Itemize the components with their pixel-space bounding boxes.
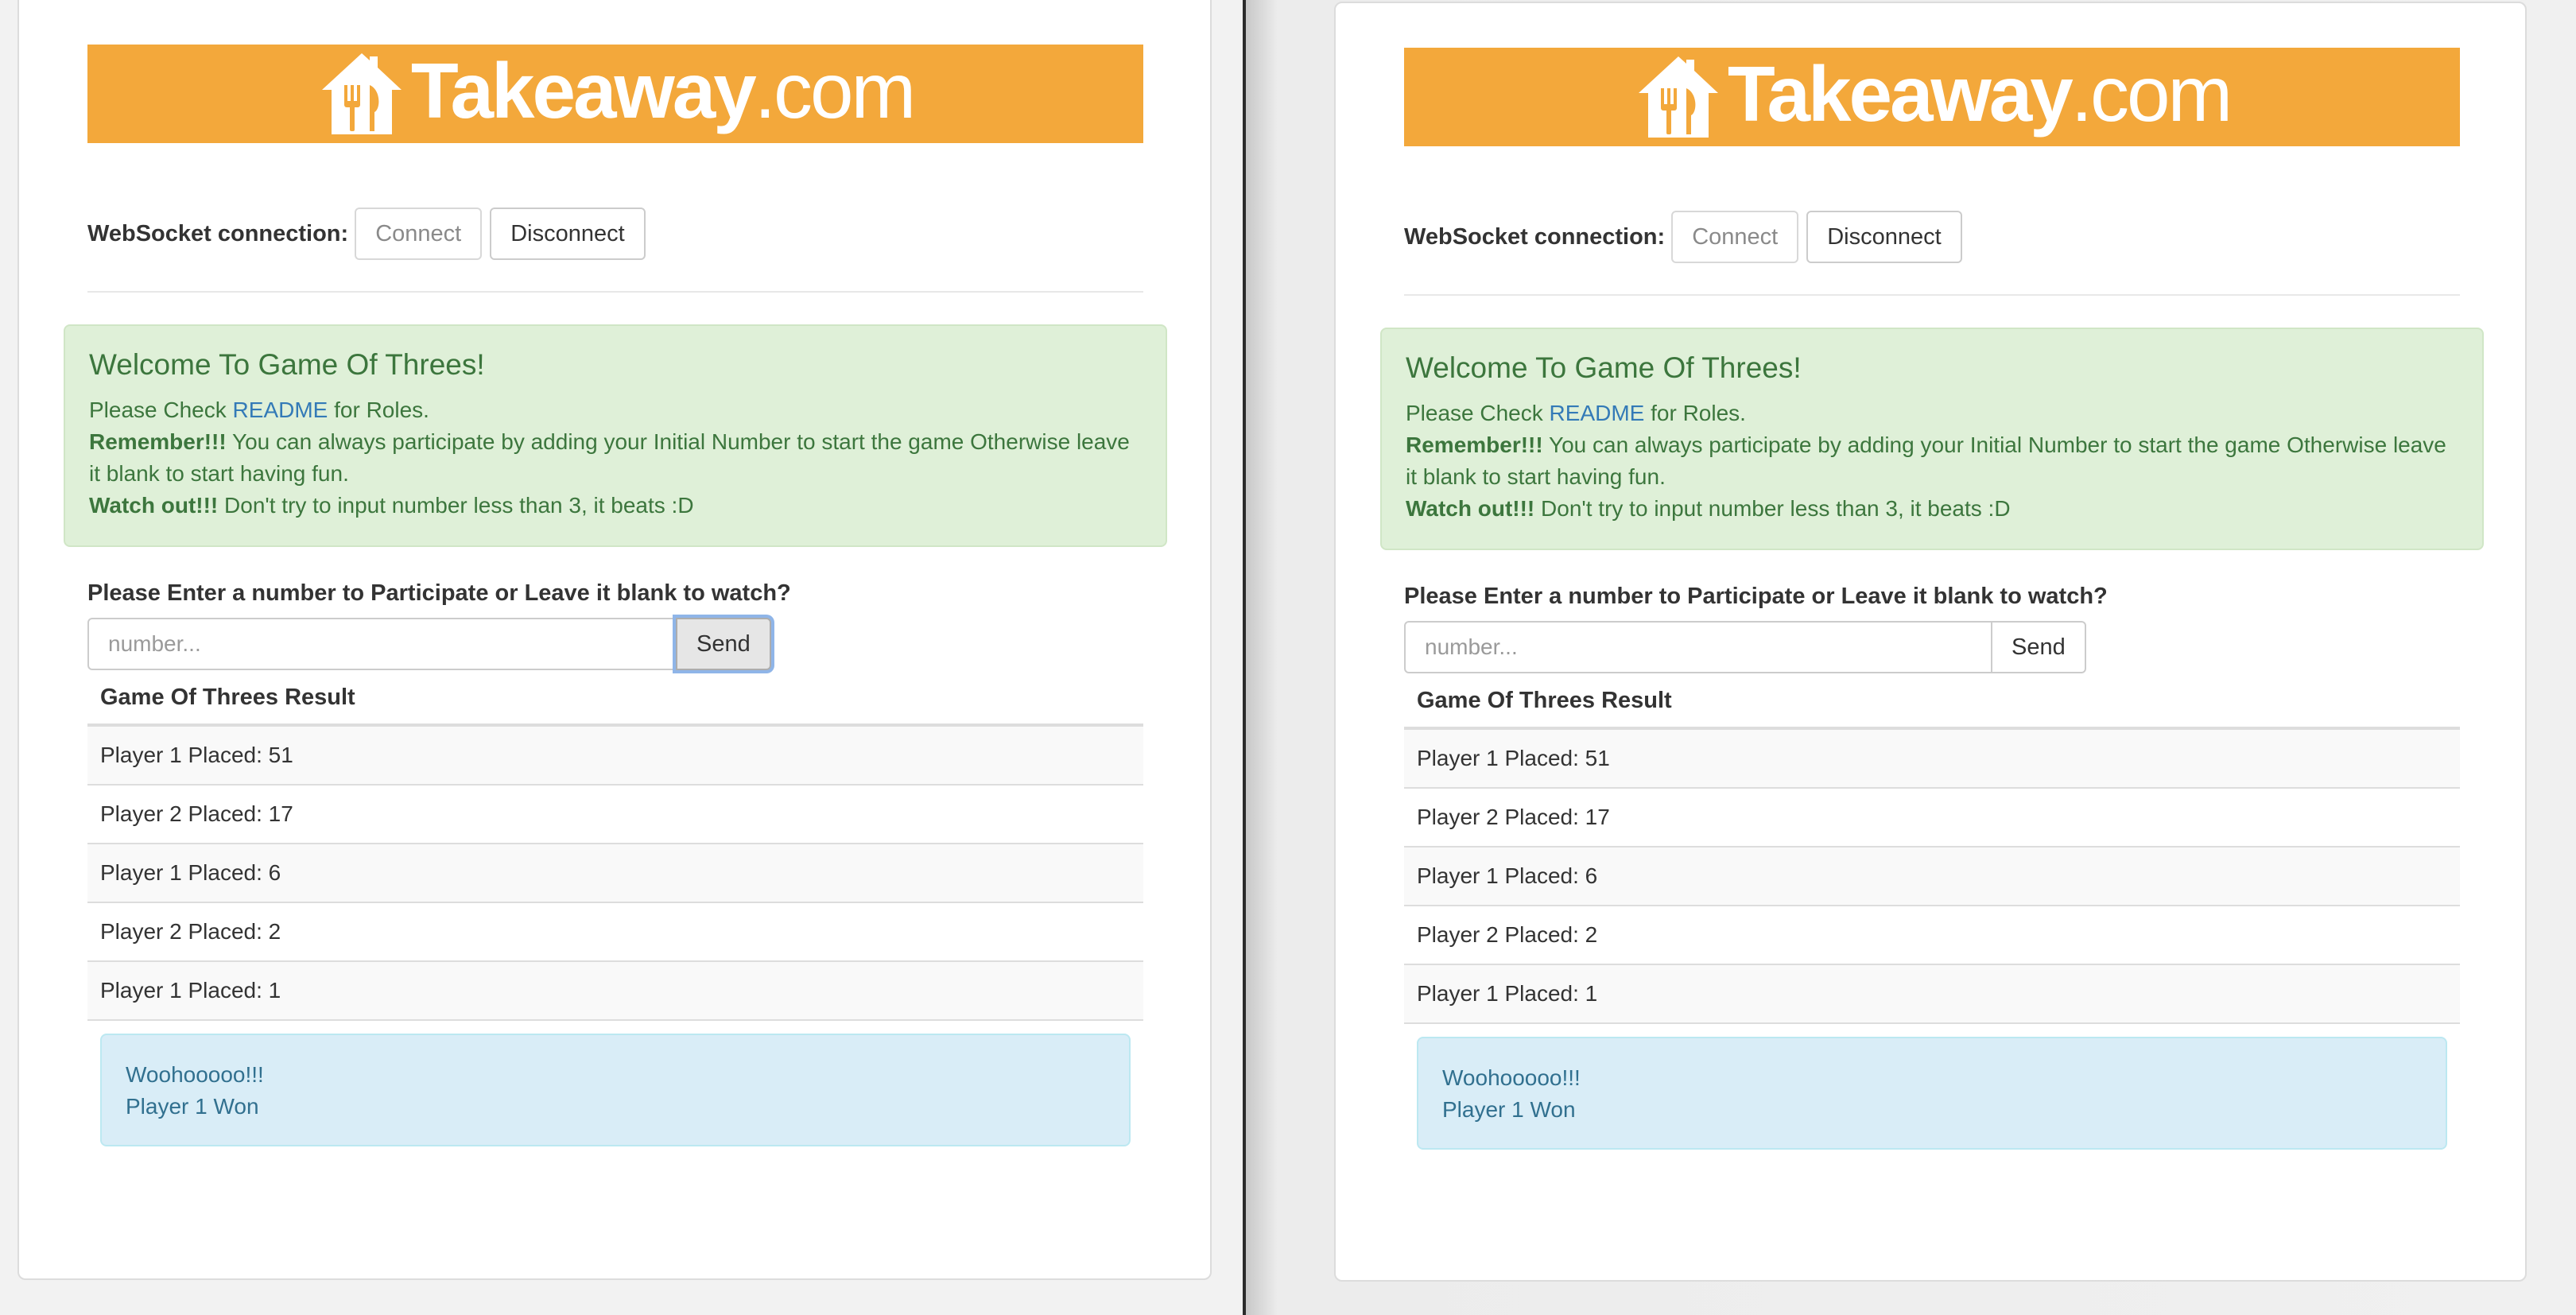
participate-label: Please Enter a number to Participate or … bbox=[87, 580, 791, 606]
watch-line: Watch out!!! Don't try to input number l… bbox=[89, 490, 1142, 522]
readme-line: Please Check README for Roles. bbox=[89, 394, 1142, 426]
send-button[interactable]: Send bbox=[1992, 621, 2086, 673]
takeaway-house-fork-knife-icon bbox=[321, 53, 402, 134]
websocket-label: WebSocket connection: bbox=[1404, 223, 1666, 250]
readme-link[interactable]: README bbox=[233, 398, 328, 422]
result-row: Player 2 Placed: 17 bbox=[87, 786, 1143, 844]
remember-bold: Remember!!! bbox=[89, 429, 227, 454]
watch-text: Don't try to input number less than 3, i… bbox=[1534, 496, 2011, 521]
connect-button[interactable]: Connect bbox=[1671, 211, 1799, 263]
brand-name-light: .com bbox=[2070, 50, 2233, 138]
readme-suffix: for Roles. bbox=[1644, 401, 1746, 425]
result-row: Player 1 Placed: 51 bbox=[1404, 730, 2460, 789]
result-row: Player 1 Placed: 51 bbox=[87, 727, 1143, 786]
watch-bold: Watch out!!! bbox=[1406, 496, 1535, 521]
remember-text: You can always participate by adding you… bbox=[89, 429, 1130, 486]
result-row: Player 1 Placed: 6 bbox=[87, 844, 1143, 903]
right-app-panel: Takeaway.com WebSocket connection: Conne… bbox=[1334, 2, 2527, 1282]
welcome-title: Welcome To Game Of Threes! bbox=[89, 348, 485, 381]
watch-text: Don't try to input number less than 3, i… bbox=[218, 493, 694, 518]
number-input[interactable] bbox=[87, 618, 676, 670]
websocket-controls: WebSocket connection: Connect Disconnect bbox=[87, 207, 1143, 261]
websocket-label: WebSocket connection: bbox=[87, 220, 349, 246]
disconnect-button[interactable]: Disconnect bbox=[1806, 211, 1962, 263]
number-input[interactable] bbox=[1404, 621, 1992, 673]
readme-link[interactable]: README bbox=[1550, 401, 1645, 425]
winner-text: Player 1 Won bbox=[1442, 1097, 1576, 1122]
winner-alert: Woohooooo!!! Player 1 Won bbox=[1417, 1037, 2447, 1150]
connect-button[interactable]: Connect bbox=[355, 208, 483, 260]
brand-name-bold: Takeaway bbox=[1727, 50, 2074, 138]
winner-exclamation: Woohooooo!!! bbox=[126, 1062, 264, 1087]
readme-prefix: Please Check bbox=[1406, 401, 1550, 425]
result-row: Player 1 Placed: 6 bbox=[1404, 848, 2460, 906]
result-row: Player 1 Placed: 1 bbox=[1404, 965, 2460, 1024]
remember-text: You can always participate by adding you… bbox=[1406, 433, 2446, 489]
logo-banner: Takeaway.com bbox=[87, 45, 1143, 143]
participate-input-group: Send bbox=[1404, 621, 2460, 673]
remember-bold: Remember!!! bbox=[1406, 433, 1543, 457]
participate-label: Please Enter a number to Participate or … bbox=[1404, 584, 2108, 609]
brand-name-light: .com bbox=[754, 47, 916, 134]
disconnect-button[interactable]: Disconnect bbox=[490, 208, 646, 260]
send-button[interactable]: Send bbox=[676, 618, 771, 670]
watch-bold: Watch out!!! bbox=[89, 493, 219, 518]
readme-prefix: Please Check bbox=[89, 398, 233, 422]
winner-exclamation: Woohooooo!!! bbox=[1442, 1065, 1581, 1090]
results-header: Game Of Threes Result bbox=[1404, 677, 2460, 730]
participate-input-group: Send bbox=[87, 618, 1143, 670]
section-divider bbox=[87, 291, 1143, 293]
result-row: Player 2 Placed: 2 bbox=[1404, 906, 2460, 965]
readme-suffix: for Roles. bbox=[328, 398, 429, 422]
brand-name-bold: Takeaway bbox=[410, 47, 757, 134]
watch-line: Watch out!!! Don't try to input number l… bbox=[1406, 493, 2458, 525]
winner-alert: Woohooooo!!! Player 1 Won bbox=[100, 1034, 1131, 1146]
result-row: Player 2 Placed: 17 bbox=[1404, 789, 2460, 848]
brand-wordmark: Takeaway.com bbox=[411, 52, 916, 130]
left-app-panel: Takeaway.com WebSocket connection: Conne… bbox=[17, 0, 1212, 1280]
winner-text: Player 1 Won bbox=[126, 1094, 259, 1119]
remember-line: Remember!!! You can always participate b… bbox=[1406, 429, 2458, 493]
brand-wordmark: Takeaway.com bbox=[1728, 55, 2233, 133]
result-row: Player 2 Placed: 2 bbox=[87, 903, 1143, 962]
readme-line: Please Check README for Roles. bbox=[1406, 398, 2458, 429]
welcome-alert: Welcome To Game Of Threes! Please Check … bbox=[1380, 328, 2484, 550]
welcome-title: Welcome To Game Of Threes! bbox=[1406, 351, 1802, 384]
websocket-controls: WebSocket connection: Connect Disconnect bbox=[1404, 210, 2460, 264]
logo-banner: Takeaway.com bbox=[1404, 48, 2460, 146]
remember-line: Remember!!! You can always participate b… bbox=[89, 426, 1142, 490]
section-divider bbox=[1404, 294, 2460, 296]
welcome-alert: Welcome To Game Of Threes! Please Check … bbox=[64, 324, 1167, 547]
takeaway-house-fork-knife-icon bbox=[1638, 56, 1718, 138]
results-header: Game Of Threes Result bbox=[87, 673, 1143, 727]
result-row: Player 1 Placed: 1 bbox=[87, 962, 1143, 1021]
